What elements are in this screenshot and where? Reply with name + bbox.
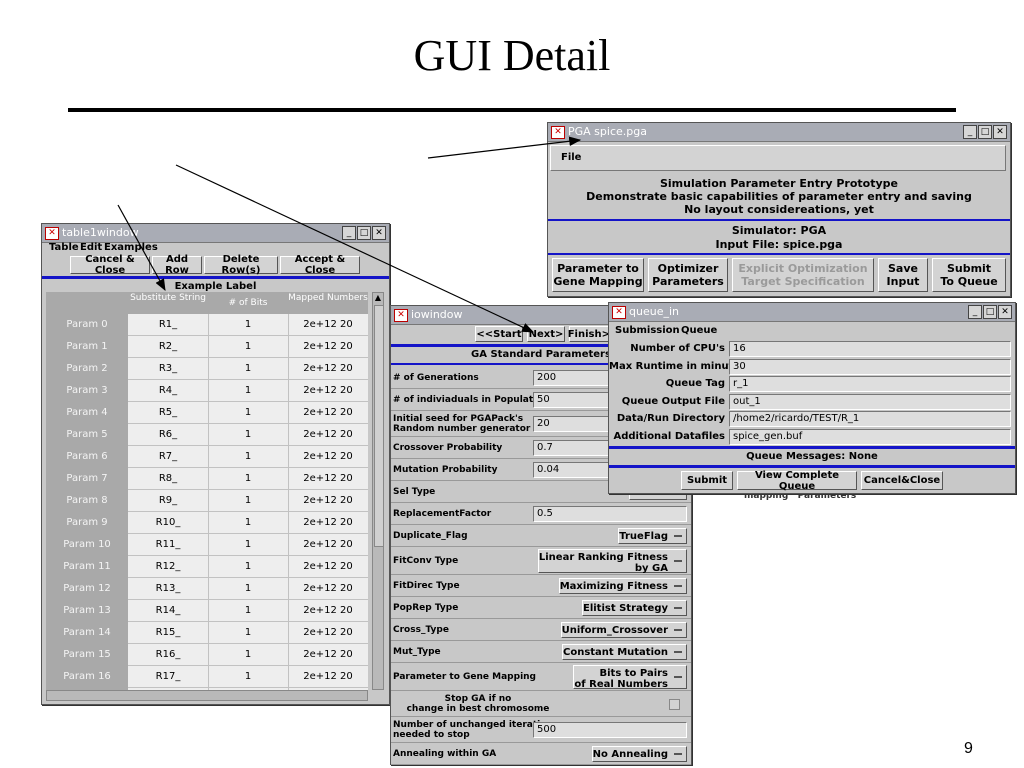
arrow-to-next-button [175, 164, 535, 333]
annotation-arrows [117, 136, 582, 333]
arrow-to-substitute-column [117, 204, 166, 292]
arrow-to-pga-window [427, 136, 582, 159]
